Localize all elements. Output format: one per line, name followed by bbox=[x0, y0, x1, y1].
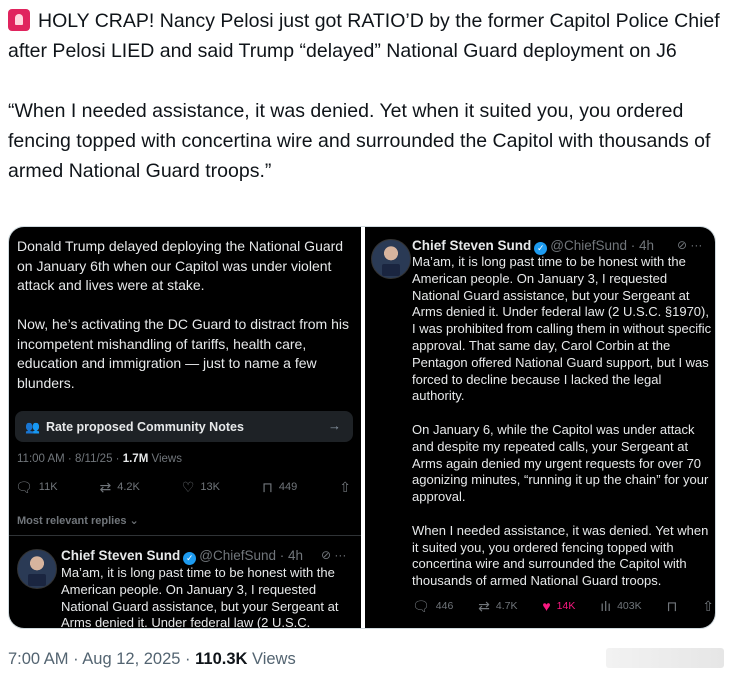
more-icon[interactable]: ··· bbox=[334, 548, 346, 562]
watermark bbox=[606, 648, 724, 668]
post-actions: 🗨 446 ⇄ 4.7K ♥ 14K ılı 403K ⊓ ⇧ bbox=[412, 599, 714, 613]
avatar[interactable] bbox=[17, 549, 57, 589]
heart-icon: ♡ bbox=[181, 479, 195, 495]
views-label: Views bbox=[247, 650, 296, 668]
tweet-text-block: HOLY CRAP! Nancy Pelosi just got RATIO’D… bbox=[8, 6, 724, 186]
share-icon: ⇧ bbox=[339, 479, 351, 495]
like-button[interactable]: ♥ 14K bbox=[542, 599, 575, 613]
chevron-down-icon: ⌄ bbox=[129, 515, 139, 527]
media-card[interactable]: Donald Trump delayed deploying the Natio… bbox=[8, 226, 716, 629]
people-icon: 👥 bbox=[25, 419, 40, 434]
bookmark-count: 449 bbox=[278, 481, 298, 493]
more-options[interactable]: ⊘ ··· bbox=[677, 238, 702, 252]
author-handle[interactable]: @ChiefSund · 4h bbox=[550, 238, 654, 253]
bookmark-icon: ⊓ bbox=[666, 598, 678, 614]
community-notes-button[interactable]: 👥 Rate proposed Community Notes → bbox=[15, 411, 353, 442]
views-count: 1.7M bbox=[122, 453, 149, 465]
share-button[interactable]: ⇧ bbox=[702, 599, 714, 613]
views-label: Views bbox=[148, 453, 182, 465]
reply-button[interactable]: 🗨 11K bbox=[15, 480, 58, 494]
verified-badge-icon: ✓ bbox=[183, 552, 197, 565]
reply-icon: 🗨 bbox=[15, 479, 33, 495]
sund-reply-text: Ma’am, it is long past time to be honest… bbox=[412, 254, 712, 589]
bookmark-button[interactable]: ⊓ bbox=[666, 599, 677, 613]
reply-icon: 🗨 bbox=[412, 598, 430, 614]
tweet-time[interactable]: 7:00 AM · Aug 12, 2025 · bbox=[8, 650, 195, 668]
more-options[interactable]: ⊘ ··· bbox=[321, 548, 346, 562]
like-count: 14K bbox=[556, 600, 576, 612]
views-count: 403K bbox=[617, 600, 642, 612]
reply-count: 11K bbox=[38, 481, 58, 493]
like-count: 13K bbox=[200, 481, 220, 493]
repost-icon: ⇄ bbox=[99, 479, 112, 495]
author-name[interactable]: Chief Steven Sund bbox=[61, 548, 180, 563]
repost-icon: ⇄ bbox=[478, 598, 490, 614]
analytics-icon: ılı bbox=[600, 598, 612, 614]
replies-sort-dropdown[interactable]: Most relevant replies ⌄ bbox=[17, 514, 139, 527]
police-light-icon bbox=[8, 9, 30, 31]
like-button[interactable]: ♡ 13K bbox=[182, 480, 220, 494]
bookmark-icon: ⊓ bbox=[261, 479, 273, 495]
share-icon: ⇧ bbox=[702, 598, 714, 614]
repost-button[interactable]: ⇄ 4.2K bbox=[100, 480, 140, 494]
bookmark-button[interactable]: ⊓ 449 bbox=[262, 480, 297, 494]
repost-button[interactable]: ⇄ 4.7K bbox=[478, 599, 517, 613]
reply-header: Chief Steven Sund ✓ @ChiefSund · 4h bbox=[412, 237, 654, 255]
screenshot-left[interactable]: Donald Trump delayed deploying the Natio… bbox=[9, 227, 361, 629]
pelosi-post-text: Donald Trump delayed deploying the Natio… bbox=[17, 238, 349, 391]
grok-icon[interactable]: ⊘ bbox=[321, 548, 331, 562]
post-time: 11:00 AM · 8/11/25 · bbox=[17, 453, 123, 465]
arrow-right-icon: → bbox=[328, 418, 341, 433]
avatar[interactable] bbox=[371, 239, 411, 279]
repost-count: 4.2K bbox=[117, 481, 140, 493]
screenshot-right[interactable]: Chief Steven Sund ✓ @ChiefSund · 4h ⊘ ··· … bbox=[365, 227, 715, 628]
author-name[interactable]: Chief Steven Sund bbox=[412, 238, 531, 253]
reply-header: Chief Steven Sund ✓ @ChiefSund · 4h bbox=[61, 547, 303, 565]
share-button[interactable]: ⇧ bbox=[339, 480, 351, 494]
post-actions: 🗨 11K ⇄ 4.2K ♡ 13K ⊓ 449 ⇧ bbox=[15, 477, 355, 497]
community-notes-label: Rate proposed Community Notes bbox=[45, 419, 244, 434]
divider bbox=[9, 535, 361, 536]
more-icon[interactable]: ··· bbox=[690, 238, 702, 252]
views-button[interactable]: ılı 403K bbox=[600, 599, 641, 613]
sort-label: Most relevant replies bbox=[17, 515, 127, 527]
tweet-meta: 7:00 AM · Aug 12, 2025 · 110.3K Views bbox=[8, 650, 296, 669]
reply-button[interactable]: 🗨 446 bbox=[412, 599, 453, 613]
tweet-text: HOLY CRAP! Nancy Pelosi just got RATIO’D… bbox=[8, 10, 720, 182]
views-count: 110.3K bbox=[195, 650, 248, 668]
grok-icon[interactable]: ⊘ bbox=[677, 238, 687, 252]
post-meta: 11:00 AM · 8/11/25 · 1.7M Views bbox=[17, 453, 182, 465]
reply-count: 446 bbox=[435, 600, 454, 612]
author-handle[interactable]: @ChiefSund · 4h bbox=[199, 548, 303, 563]
heart-filled-icon: ♥ bbox=[542, 598, 551, 614]
reply-text: Ma’am, it is long past time to be honest… bbox=[61, 565, 339, 629]
repost-count: 4.7K bbox=[495, 600, 518, 612]
